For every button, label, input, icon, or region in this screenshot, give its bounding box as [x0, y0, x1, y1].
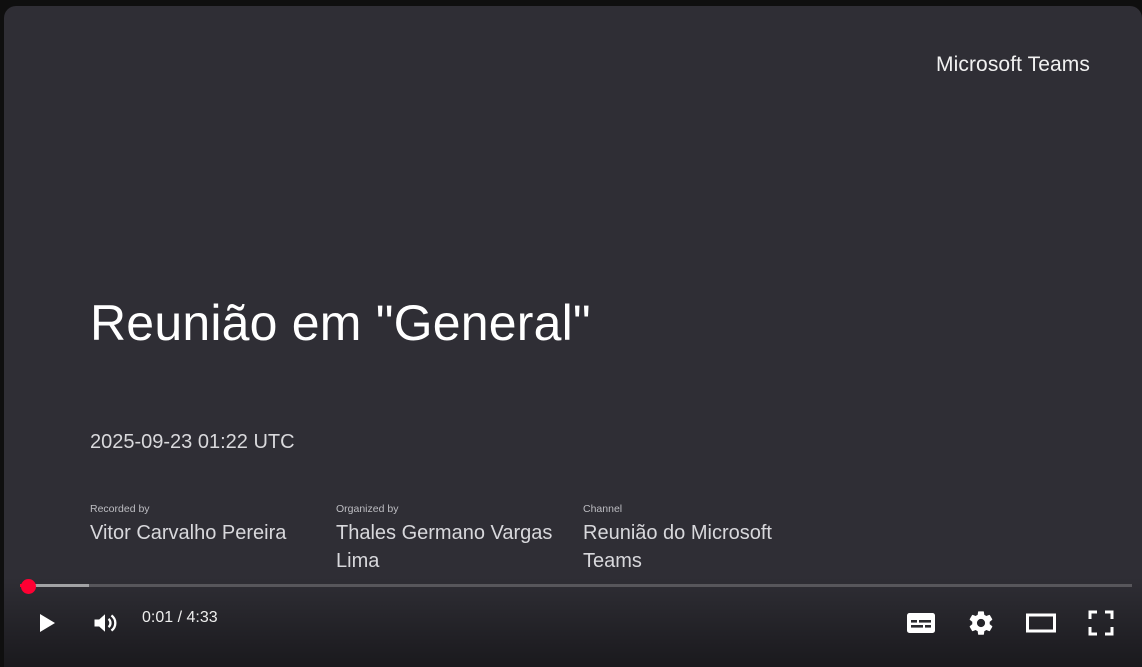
- recorded-by-block: Recorded by Vitor Carvalho Pereira: [90, 503, 320, 547]
- fullscreen-button[interactable]: [1079, 601, 1123, 645]
- organized-by-value: Thales Germano Vargas Lima: [336, 522, 553, 572]
- channel-block: Channel Reunião do Microsoft Teams: [583, 503, 813, 575]
- recorded-by-label: Recorded by: [90, 503, 150, 515]
- duration: 4:33: [186, 609, 218, 626]
- video-player[interactable]: Microsoft Teams Reunião em "General" 202…: [4, 6, 1142, 667]
- meeting-title: Reunião em "General": [90, 295, 591, 351]
- theater-mode-icon: [1025, 611, 1057, 635]
- progress-bar[interactable]: [20, 579, 1132, 594]
- recorded-by-value: Vitor Carvalho Pereira: [90, 522, 287, 544]
- play-button[interactable]: [24, 601, 68, 645]
- meeting-datetime: 2025-09-23 01:22 UTC: [90, 431, 295, 453]
- settings-icon: [967, 609, 995, 637]
- organized-by-label: Organized by: [336, 503, 399, 515]
- current-time: 0:01: [142, 609, 174, 626]
- mute-button[interactable]: [83, 601, 127, 645]
- settings-button[interactable]: [959, 601, 1003, 645]
- play-icon: [34, 611, 58, 635]
- subtitles-button[interactable]: [899, 601, 943, 645]
- time-separator: /: [173, 609, 187, 626]
- organized-by-block: Organized by Thales Germano Vargas Lima: [336, 503, 566, 575]
- channel-label: Channel: [583, 503, 623, 515]
- fullscreen-icon: [1087, 609, 1115, 637]
- volume-icon: [91, 609, 119, 637]
- subtitles-icon: [905, 609, 937, 637]
- brand-label: Microsoft Teams: [936, 53, 1090, 76]
- progress-track: [20, 584, 1132, 587]
- time-display: 0:01 / 4:33: [142, 608, 218, 628]
- theater-mode-button[interactable]: [1019, 601, 1063, 645]
- channel-value: Reunião do Microsoft Teams: [583, 522, 772, 572]
